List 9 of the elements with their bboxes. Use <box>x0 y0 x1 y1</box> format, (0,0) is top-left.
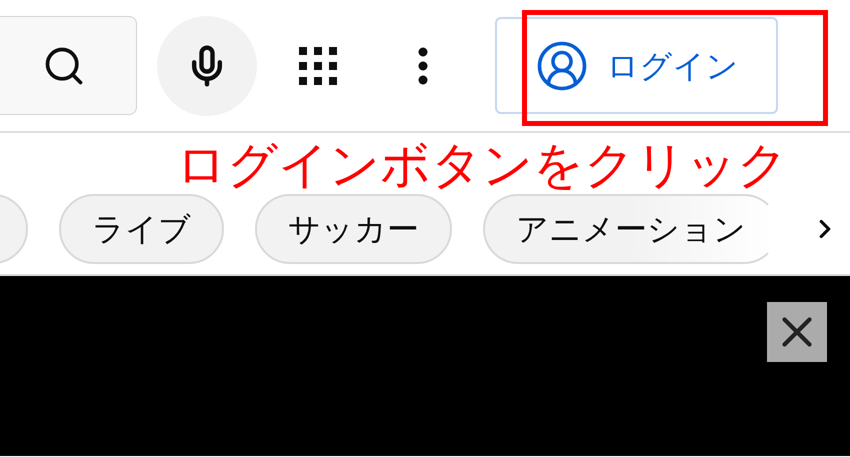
grid-icon <box>298 46 338 86</box>
more-icon <box>418 46 428 84</box>
close-button[interactable] <box>767 302 827 362</box>
category-chip[interactable]: ライブ <box>59 194 224 264</box>
search-button[interactable] <box>0 16 137 115</box>
category-chip[interactable]: サッカー <box>255 194 452 264</box>
annotation-text: ログインボタンをクリック <box>176 139 788 191</box>
user-icon <box>534 38 588 92</box>
login-button[interactable]: ログイン <box>495 17 778 114</box>
